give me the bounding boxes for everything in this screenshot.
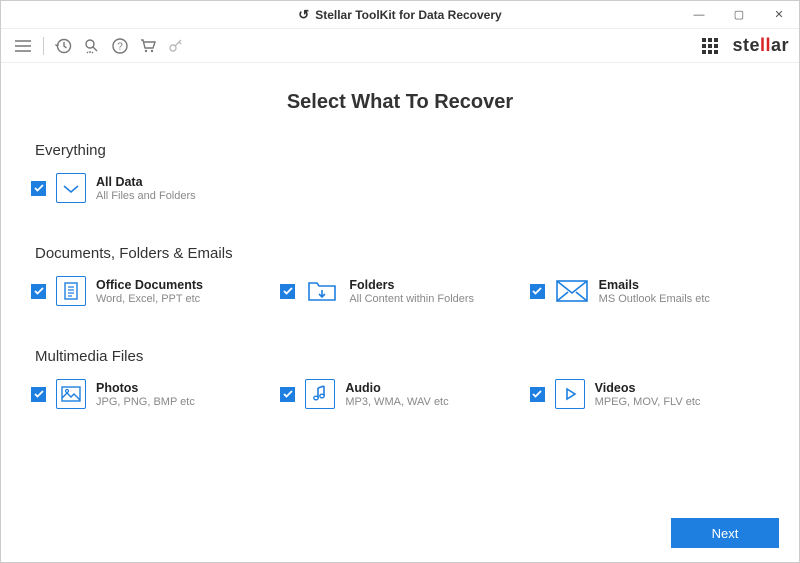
all-data-icon xyxy=(56,173,86,203)
item-title: Videos xyxy=(595,381,701,395)
item-folders[interactable]: Folders All Content within Folders xyxy=(280,276,519,306)
video-icon xyxy=(555,379,585,409)
section-multimedia: Multimedia Files Photos JPG, PNG, BMP et… xyxy=(31,348,769,409)
photo-icon xyxy=(56,379,86,409)
close-button[interactable]: ✕ xyxy=(759,1,799,29)
audio-icon xyxy=(305,379,335,409)
item-title: Office Documents xyxy=(96,278,203,292)
checkbox-photos[interactable] xyxy=(31,387,46,402)
item-office-documents[interactable]: Office Documents Word, Excel, PPT etc xyxy=(31,276,270,306)
brand-logo: stellar xyxy=(732,35,789,56)
item-emails[interactable]: Emails MS Outlook Emails etc xyxy=(530,276,769,306)
key-icon[interactable] xyxy=(164,34,188,58)
minimize-button[interactable]: — xyxy=(679,1,719,29)
checkbox-videos[interactable] xyxy=(530,387,545,402)
checkbox-folders[interactable] xyxy=(280,284,295,299)
item-title: All Data xyxy=(96,175,196,189)
section-docs: Documents, Folders & Emails Office Docum… xyxy=(31,245,769,306)
item-sub: All Content within Folders xyxy=(349,293,474,305)
window-title: ↺ Stellar ToolKit for Data Recovery xyxy=(298,7,501,23)
page-title: Select What To Recover xyxy=(31,91,769,114)
item-videos[interactable]: Videos MPEG, MOV, FLV etc xyxy=(530,379,769,409)
item-title: Emails xyxy=(599,278,710,292)
next-button[interactable]: Next xyxy=(671,518,779,548)
item-sub: MPEG, MOV, FLV etc xyxy=(595,396,701,408)
section-title-multimedia: Multimedia Files xyxy=(35,348,769,365)
maximize-button[interactable]: ▢ xyxy=(719,1,759,29)
item-sub: MS Outlook Emails etc xyxy=(599,293,710,305)
document-icon xyxy=(56,276,86,306)
search-icon[interactable] xyxy=(80,34,104,58)
checkbox-audio[interactable] xyxy=(280,387,295,402)
svg-text:?: ? xyxy=(117,41,123,52)
item-title: Folders xyxy=(349,278,474,292)
section-everything: Everything All Data All Files and Folder… xyxy=(31,142,769,203)
folder-icon xyxy=(305,276,339,306)
checkbox-office[interactable] xyxy=(31,284,46,299)
item-sub: Word, Excel, PPT etc xyxy=(96,293,203,305)
item-audio[interactable]: Audio MP3, WMA, WAV etc xyxy=(280,379,519,409)
menu-icon[interactable] xyxy=(11,34,35,58)
checkbox-all-data[interactable] xyxy=(31,181,46,196)
help-icon[interactable]: ? xyxy=(108,34,132,58)
item-photos[interactable]: Photos JPG, PNG, BMP etc xyxy=(31,379,270,409)
email-icon xyxy=(555,276,589,306)
apps-icon[interactable] xyxy=(702,38,718,54)
item-sub: MP3, WMA, WAV etc xyxy=(345,396,448,408)
content: Select What To Recover Everything All Da… xyxy=(1,63,799,562)
section-title-docs: Documents, Folders & Emails xyxy=(35,245,769,262)
item-sub: JPG, PNG, BMP etc xyxy=(96,396,195,408)
toolbar: ? stellar xyxy=(1,29,799,63)
item-all-data[interactable]: All Data All Files and Folders xyxy=(31,173,196,203)
item-title: Photos xyxy=(96,381,195,395)
checkbox-emails[interactable] xyxy=(530,284,545,299)
window-title-text: Stellar ToolKit for Data Recovery xyxy=(315,8,502,22)
cart-icon[interactable] xyxy=(136,34,160,58)
back-icon: ↺ xyxy=(298,7,309,23)
item-title: Audio xyxy=(345,381,448,395)
item-sub: All Files and Folders xyxy=(96,190,196,202)
titlebar: ↺ Stellar ToolKit for Data Recovery — ▢ … xyxy=(1,1,799,29)
section-title-everything: Everything xyxy=(35,142,769,159)
history-icon[interactable] xyxy=(52,34,76,58)
divider xyxy=(43,37,44,55)
